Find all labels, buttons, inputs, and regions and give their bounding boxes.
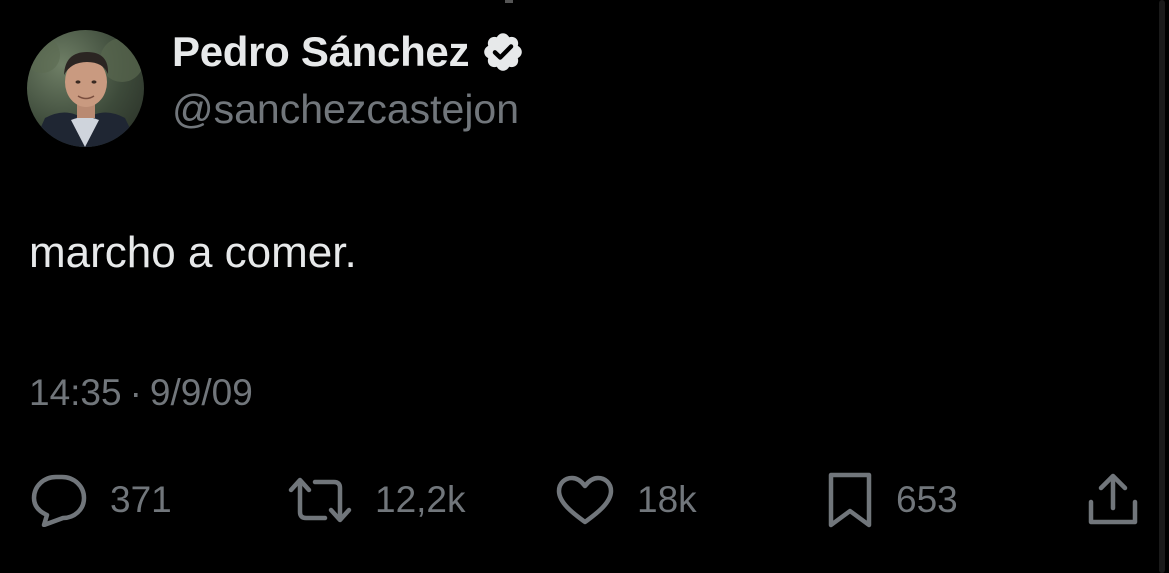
reply-button[interactable]: 371 xyxy=(30,470,172,530)
tweet-card: Pedro Sánchez @sanchezcastejon marcho a … xyxy=(0,0,1169,573)
author-handle[interactable]: @sanchezcastejon xyxy=(172,86,519,133)
repost-count: 12,2k xyxy=(375,479,466,520)
speech-bubble-icon xyxy=(30,473,88,527)
like-count: 18k xyxy=(637,479,697,520)
tweet-date: 9/9/09 xyxy=(149,372,253,413)
meta-separator: · xyxy=(129,372,142,413)
author-display-name[interactable]: Pedro Sánchez xyxy=(172,28,470,76)
heart-icon xyxy=(555,474,615,526)
avatar-image xyxy=(27,30,144,147)
bookmark-button[interactable]: 653 xyxy=(826,470,958,530)
author-name-row: Pedro Sánchez xyxy=(172,26,525,78)
bookmark-count: 653 xyxy=(896,479,958,520)
tweet-time: 14:35 xyxy=(29,372,122,413)
bookmark-icon xyxy=(826,471,874,529)
verified-badge-icon xyxy=(481,30,525,74)
tweet-text: marcho a comer. xyxy=(29,228,357,277)
top-edge-marker xyxy=(505,0,513,3)
tweet-timestamp[interactable]: 14:35 · 9/9/09 xyxy=(29,372,253,414)
like-button[interactable]: 18k xyxy=(555,470,697,530)
share-upload-icon xyxy=(1085,472,1141,528)
share-button[interactable] xyxy=(1085,470,1141,530)
avatar[interactable] xyxy=(27,30,144,147)
scrollbar[interactable] xyxy=(1159,0,1165,573)
reply-count: 371 xyxy=(110,479,172,520)
action-bar: 371 12,2k 18k 653 xyxy=(0,470,1169,530)
repost-arrows-icon xyxy=(287,474,353,526)
repost-button[interactable]: 12,2k xyxy=(287,470,466,530)
